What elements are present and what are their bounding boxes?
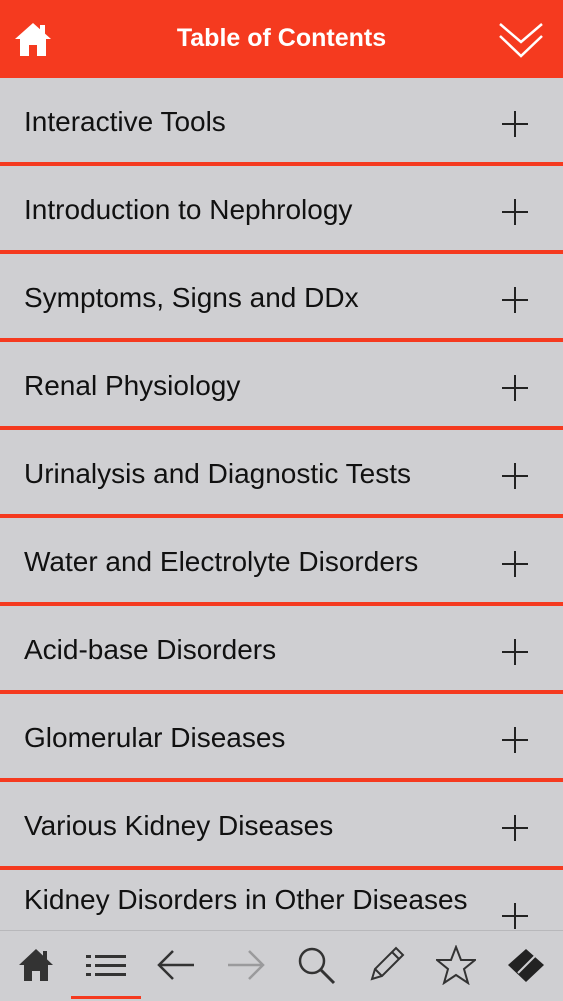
- toc-item-label: Symptoms, Signs and DDx: [24, 282, 359, 313]
- toc-item-label: Interactive Tools: [24, 106, 226, 137]
- page-title: Table of Contents: [176, 24, 387, 52]
- plus-icon[interactable]: [501, 462, 529, 490]
- toc-item-label: Acid-base Disorders: [24, 634, 277, 665]
- toc-item-interactive-tools[interactable]: Interactive Tools: [0, 78, 563, 166]
- tab-back[interactable]: [141, 931, 211, 1001]
- tab-home[interactable]: [1, 931, 71, 1001]
- toc-item-introduction-to-nephrology[interactable]: Introduction to Nephrology: [0, 166, 563, 254]
- toc-item-glomerular[interactable]: Glomerular Diseases: [0, 694, 563, 782]
- toc-item-label: Urinalysis and Diagnostic Tests: [24, 458, 411, 489]
- tab-favorites[interactable]: [421, 931, 491, 1001]
- plus-icon[interactable]: [501, 550, 529, 578]
- plus-icon[interactable]: [501, 814, 529, 842]
- arrow-left-icon: [157, 950, 194, 980]
- tab-table-of-contents[interactable]: [71, 931, 141, 1001]
- bottom-toolbar: [0, 930, 563, 1001]
- double-chevron-down-icon[interactable]: [497, 16, 545, 64]
- toc-item-renal-physiology[interactable]: Renal Physiology: [0, 342, 563, 430]
- toc-item-urinalysis[interactable]: Urinalysis and Diagnostic Tests: [0, 430, 563, 518]
- search-icon: [298, 947, 336, 985]
- tab-eraser[interactable]: [491, 931, 561, 1001]
- home-icon: [19, 949, 53, 981]
- star-icon: [436, 945, 476, 985]
- pencil-icon: [370, 946, 405, 981]
- toc-item-label: Kidney Disorders in Other Diseases: [24, 884, 468, 915]
- plus-icon[interactable]: [501, 638, 529, 666]
- arrow-right-icon: [228, 950, 265, 980]
- toc-item-label: Various Kidney Diseases: [24, 810, 334, 841]
- toc-item-kidney-other-diseases[interactable]: Kidney Disorders in Other Diseases: [0, 870, 563, 930]
- plus-icon[interactable]: [501, 110, 529, 138]
- plus-icon[interactable]: [501, 198, 529, 226]
- toc-item-symptoms-signs-ddx[interactable]: Symptoms, Signs and DDx: [0, 254, 563, 342]
- list-icon: [86, 955, 126, 976]
- plus-icon[interactable]: [501, 902, 529, 930]
- plus-icon[interactable]: [501, 726, 529, 754]
- eraser-icon: [508, 949, 544, 982]
- tab-forward[interactable]: [211, 931, 281, 1001]
- table-of-contents-list: Interactive Tools Introduction to Nephro…: [0, 78, 563, 930]
- toc-item-label: Introduction to Nephrology: [24, 194, 353, 225]
- header-bar: Table of Contents: [0, 0, 563, 78]
- toc-item-label: Renal Physiology: [24, 370, 241, 401]
- toc-item-acid-base[interactable]: Acid-base Disorders: [0, 606, 563, 694]
- toc-item-label: Glomerular Diseases: [24, 722, 286, 753]
- toc-item-various-kidney[interactable]: Various Kidney Diseases: [0, 782, 563, 870]
- plus-icon[interactable]: [501, 286, 529, 314]
- toc-item-label: Water and Electrolyte Disorders: [24, 546, 419, 577]
- plus-icon[interactable]: [501, 374, 529, 402]
- tab-search[interactable]: [281, 931, 351, 1001]
- toc-item-water-electrolyte[interactable]: Water and Electrolyte Disorders: [0, 518, 563, 606]
- tab-notes[interactable]: [351, 931, 421, 1001]
